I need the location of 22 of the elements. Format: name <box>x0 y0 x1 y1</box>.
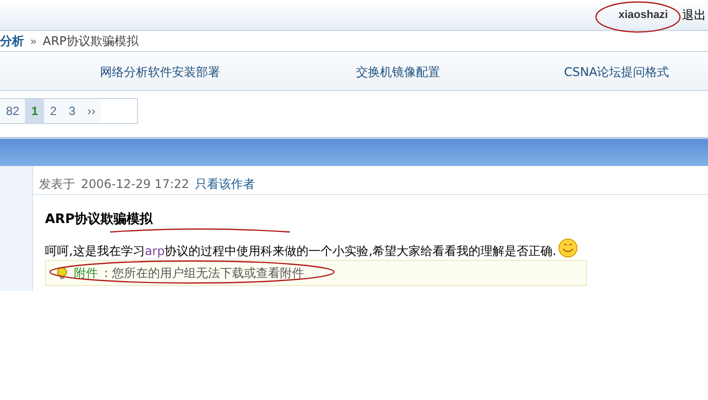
nav-link[interactable]: 网络分析软件安装部署 <box>100 64 260 80</box>
post-title: ARP协议欺骗模拟 <box>44 210 154 228</box>
arp-link[interactable]: arp <box>144 244 165 258</box>
logout-link[interactable]: 退出 <box>682 6 706 24</box>
posted-label: 发表于 <box>39 176 75 192</box>
smiley-icon <box>558 238 578 258</box>
bulb-icon <box>56 267 68 279</box>
page-button[interactable]: ›› <box>81 99 102 123</box>
attachment-message: : 您所在的用户组无法下载或查看附件 <box>104 264 304 282</box>
username-link[interactable]: xiaoshazi <box>618 9 668 21</box>
author-only-link[interactable]: 只看该作者 <box>195 176 256 192</box>
post-time: 2006-12-29 17:22 <box>81 177 190 191</box>
attachment-label: 附件 <box>74 264 98 282</box>
nav-link[interactable]: 交换机镜像配置 <box>356 64 466 80</box>
breadcrumb-link[interactable]: 分析 <box>0 32 24 50</box>
page-button[interactable]: 82 <box>0 99 26 123</box>
post-text: 呵呵,这是我在学习arp协议的过程中使用科来做的一个小实验,希望大家给看看我的理解是否正确. <box>45 243 556 260</box>
nav-link[interactable]: CSNA论坛提问格式 <box>564 64 708 80</box>
breadcrumb-separator: » <box>30 34 37 48</box>
page-button[interactable]: 3 <box>62 99 82 123</box>
page-button[interactable]: 2 <box>44 99 63 123</box>
breadcrumb-current: ARP协议欺骗模拟 <box>42 32 139 50</box>
